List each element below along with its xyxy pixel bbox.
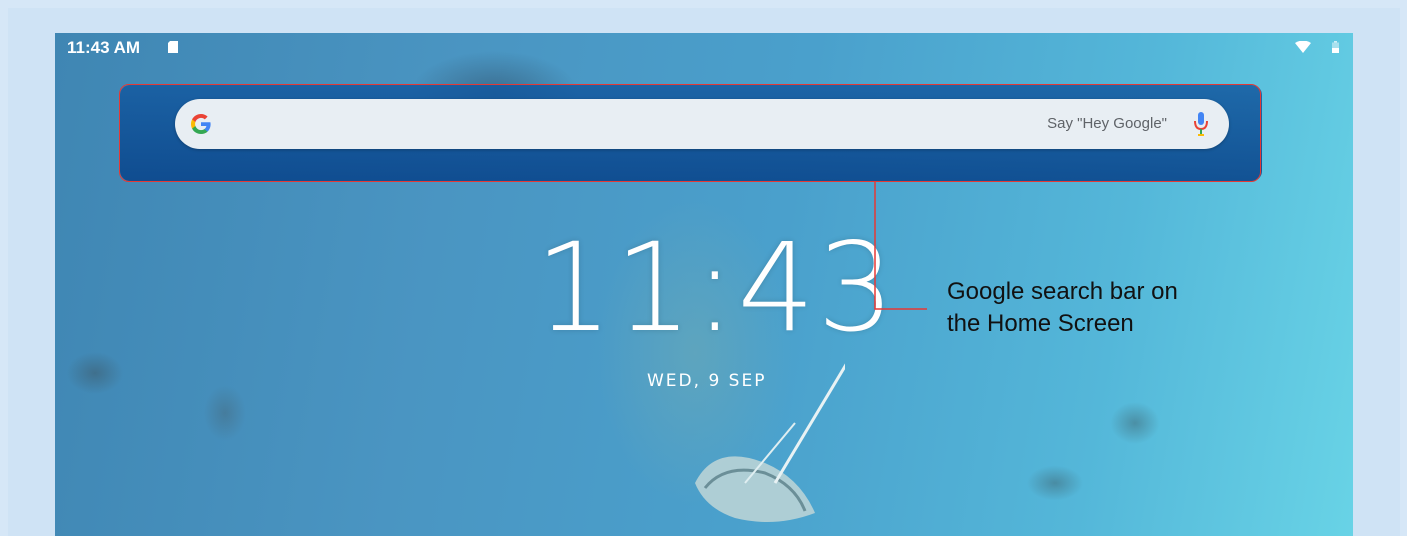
home-clock: 11:43	[535, 217, 897, 359]
status-time: 11:43 AM	[67, 38, 141, 57]
callout-line-1: Google search bar on	[947, 278, 1178, 305]
callout-line-2: the Home Screen	[947, 310, 1134, 337]
wifi-icon	[1295, 41, 1311, 53]
status-bar: 11:43 AM	[55, 33, 1353, 61]
home-date: WED, 9 SEP	[647, 371, 767, 391]
battery-icon	[1332, 41, 1339, 53]
search-bar-highlight	[119, 84, 1261, 182]
sd-card-icon	[168, 41, 178, 53]
callout-label: Google search bar on the Home Screen	[947, 276, 1178, 340]
